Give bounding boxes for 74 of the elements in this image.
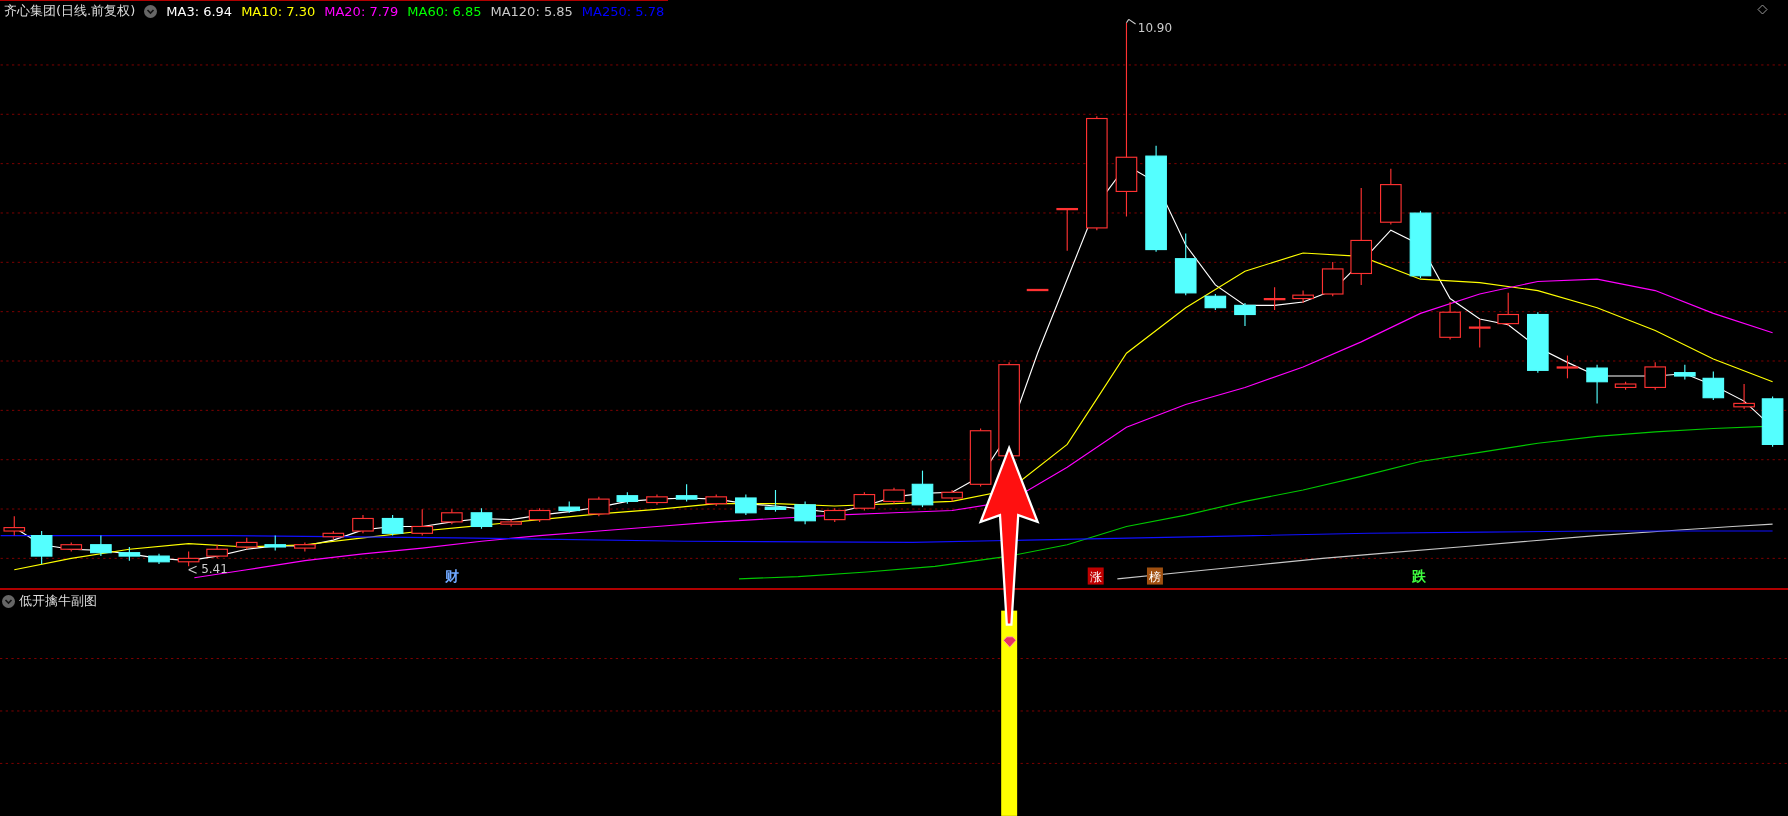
candlestick — [1263, 286, 1286, 311]
candlestick — [1761, 396, 1784, 448]
moving-average-value: MA250: 5.78 — [581, 3, 665, 19]
candlestick — [1026, 288, 1049, 292]
event-marker: 涨 — [1087, 567, 1104, 585]
candlestick — [264, 535, 287, 551]
candlestick — [941, 489, 963, 502]
candlestick — [1468, 318, 1491, 349]
candlestick — [1056, 207, 1079, 252]
candlestick — [646, 494, 668, 506]
candlestick — [1380, 168, 1402, 226]
candlestick — [60, 541, 83, 553]
candlestick — [616, 491, 639, 505]
candlestick — [1614, 381, 1637, 391]
candlestick — [1497, 292, 1520, 327]
chart-title: 齐心集团(日线.前复权) — [4, 2, 136, 20]
candlestick — [1674, 364, 1696, 381]
low-price-label: 5.41 — [188, 562, 228, 577]
candlestick — [411, 508, 434, 537]
candlestick — [1321, 261, 1344, 297]
candlestick — [969, 427, 992, 488]
moving-average-value: MA120: 5.85 — [490, 3, 573, 19]
moving-average-value: MA3: 6.94 — [166, 3, 233, 19]
candlestick — [30, 530, 53, 565]
candlestick — [883, 487, 905, 505]
candlestick — [528, 507, 551, 523]
candlestick — [294, 541, 316, 553]
gem-icon — [1003, 636, 1017, 648]
candlestick — [1174, 233, 1197, 296]
candlestick — [1292, 290, 1314, 304]
candlestick — [911, 470, 934, 508]
candlestick — [794, 500, 816, 525]
candlestick — [470, 507, 493, 530]
candlestick — [735, 494, 757, 516]
candlestick — [3, 515, 26, 537]
candlestick — [1234, 302, 1256, 327]
candlestick — [118, 546, 141, 562]
chevron-down-icon[interactable] — [2, 594, 15, 608]
moving-average-value: MA20: 7.79 — [324, 3, 399, 19]
candlestick — [823, 507, 846, 523]
chevron-down-icon[interactable] — [144, 4, 158, 18]
candlestick — [853, 491, 876, 512]
candlestick — [235, 537, 258, 550]
candlestick — [1439, 301, 1461, 341]
candlestick — [1702, 370, 1725, 401]
event-marker: 财 — [444, 568, 459, 585]
moving-average-value: MA10: 7.30 — [241, 3, 316, 19]
candlestick — [90, 535, 112, 557]
high-price-label: 10.90 — [1125, 18, 1173, 35]
moving-average-value: MA60: 6.85 — [407, 3, 482, 19]
indicator-title: 低开擒牛副图 — [19, 592, 97, 610]
diamond-icon[interactable] — [1757, 4, 1768, 15]
candlestick — [675, 483, 698, 502]
candlestick — [1527, 311, 1549, 374]
candlestick — [1409, 210, 1432, 279]
candlestick — [558, 500, 581, 514]
candlestick — [322, 530, 345, 540]
event-marker: 跌 — [1412, 568, 1427, 585]
candlestick — [1556, 354, 1579, 379]
candlestick — [500, 519, 522, 528]
candlestick — [1733, 383, 1755, 410]
candlestick — [705, 494, 728, 507]
candlestick — [764, 489, 787, 513]
candlestick — [1204, 293, 1227, 311]
candlestick — [381, 514, 404, 537]
candlestick — [148, 553, 170, 565]
candlestick — [206, 544, 228, 559]
candlestick — [441, 508, 463, 525]
candlestick — [1586, 364, 1608, 404]
candlestick — [352, 514, 374, 534]
candlestick — [177, 550, 200, 567]
candlestick — [588, 496, 610, 517]
candlestick — [1644, 361, 1667, 391]
event-marker: 榜 — [1147, 567, 1163, 585]
